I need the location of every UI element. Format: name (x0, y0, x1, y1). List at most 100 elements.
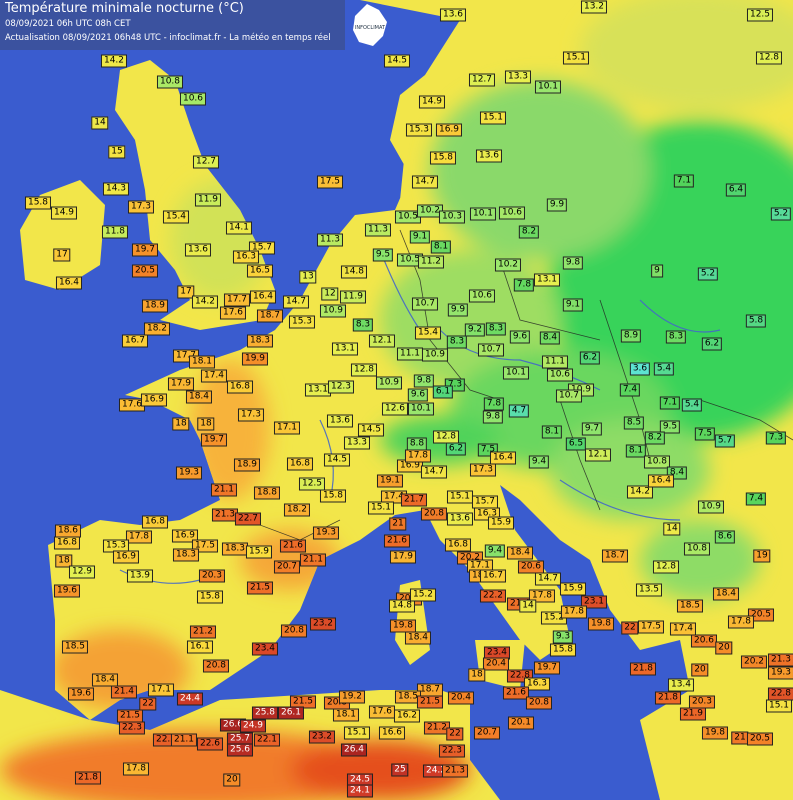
station-temp-label: 8.5 (623, 416, 645, 430)
station-temp-label: 15.8 (319, 489, 347, 503)
station-temp-label: 14.7 (420, 465, 448, 479)
station-temp-label: 16.5 (246, 264, 274, 278)
station-temp-label: 13.6 (446, 512, 474, 526)
station-temp-label: 15.4 (162, 210, 190, 224)
station-temp-label: 19.7 (200, 433, 228, 447)
station-temp-label: 20.8 (420, 507, 448, 521)
station-temp-label: 7.5 (694, 427, 716, 441)
station-temp-label: 14.5 (323, 453, 351, 467)
station-temp-label: 10.6 (498, 206, 526, 220)
station-temp-label: 7.4 (619, 383, 641, 397)
station-temp-label: 17.8 (122, 762, 150, 776)
station-temp-label: 9.6 (509, 330, 531, 344)
station-temp-label: 21.3 (767, 653, 793, 667)
station-temp-label: 21.6 (279, 539, 307, 553)
station-temp-label: 16.2 (393, 709, 421, 723)
station-temp-label: 8.3 (485, 322, 507, 336)
station-temp-label: 25.6 (226, 743, 254, 757)
station-temp-label: 12.8 (652, 560, 680, 574)
station-temp-label: 17.5 (637, 620, 665, 634)
station-temp-label: 16.7 (121, 334, 149, 348)
station-temp-label: 14.9 (50, 206, 78, 220)
station-temp-label: 14.2 (191, 295, 219, 309)
station-temp-label: 21.5 (416, 695, 444, 709)
station-temp-label: 8.1 (541, 425, 563, 439)
station-temp-label: 11.9 (339, 290, 367, 304)
station-temp-label: 7.8 (513, 278, 535, 292)
station-temp-label: 15.1 (367, 501, 395, 515)
station-temp-label: 19.8 (587, 617, 615, 631)
station-temp-label: 10.7 (477, 343, 505, 357)
station-temp-label: 10.1 (407, 402, 435, 416)
station-temp-label: 20.1 (507, 716, 535, 730)
station-temp-label: 14.5 (383, 54, 411, 68)
station-temp-label: 12.7 (468, 73, 496, 87)
station-temp-label: 25.8 (251, 706, 279, 720)
station-temp-label: 13 (299, 270, 317, 284)
station-temp-label: 15.3 (405, 123, 433, 137)
station-temp-label: 18.9 (233, 458, 261, 472)
station-temp-label: 18 (172, 417, 190, 431)
station-temp-label: 10.6 (179, 92, 207, 106)
station-temp-label: 17.8 (125, 530, 153, 544)
station-temp-label: 10.8 (683, 542, 711, 556)
station-temp-label: 17.9 (167, 377, 195, 391)
station-temp-label: 15 (108, 145, 126, 159)
station-temp-label: 10.2 (494, 258, 522, 272)
station-temp-label: 9.9 (546, 198, 568, 212)
station-temp-label: 16.9 (140, 393, 168, 407)
station-temp-label: 4.7 (508, 404, 530, 418)
station-temp-label: 20.6 (690, 634, 718, 648)
station-temp-label: 12.6 (381, 402, 409, 416)
station-temp-label: 13.3 (504, 70, 532, 84)
station-temp-label: 14 (519, 599, 537, 613)
station-temp-label: 15.1 (479, 111, 507, 125)
station-temp-label: 10.7 (555, 389, 583, 403)
station-temp-label: 10.3 (438, 210, 466, 224)
station-temp-label: 9.8 (413, 374, 435, 388)
station-temp-label: 18.5 (61, 640, 89, 654)
station-temp-label: 18 (197, 417, 215, 431)
station-temp-label: 11.3 (316, 233, 344, 247)
station-temp-label: 24.4 (176, 692, 204, 706)
station-temp-label: 10.6 (468, 289, 496, 303)
station-temp-label: 17.8 (727, 615, 755, 629)
station-temp-label: 17.4 (200, 369, 228, 383)
station-temp-label: 13.6 (184, 243, 212, 257)
station-temp-label: 18.7 (256, 309, 284, 323)
station-temp-label: 21.7 (400, 493, 428, 507)
station-temp-label: 14.7 (534, 572, 562, 586)
station-temp-label: 16.1 (186, 640, 214, 654)
station-temp-label: 10.1 (469, 207, 497, 221)
station-temp-label: 24.9 (239, 719, 267, 733)
station-temp-label: 17.6 (219, 306, 247, 320)
station-temp-label: 22.2 (479, 589, 507, 603)
station-temp-label: 22.7 (234, 512, 262, 526)
station-temp-label: 10.9 (375, 376, 403, 390)
station-temp-label: 15.3 (288, 315, 316, 329)
station-temp-label: 22.3 (118, 721, 146, 735)
station-temp-label: 21.1 (170, 733, 198, 747)
station-temp-label: 9.8 (562, 256, 584, 270)
station-temp-label: 15.1 (446, 490, 474, 504)
station-temp-label: 17.1 (147, 683, 175, 697)
station-temp-label: 15.8 (549, 643, 577, 657)
station-temp-label: 20.7 (273, 560, 301, 574)
station-temp-label: 21.6 (383, 534, 411, 548)
station-temp-label: 6.1 (432, 385, 454, 399)
station-temp-label: 13.1 (533, 273, 561, 287)
station-temp-label: 25 (391, 763, 409, 777)
station-temp-label: 22.1 (253, 733, 281, 747)
station-temp-label: 22 (621, 621, 639, 635)
station-temp-label: 21 (389, 517, 407, 531)
station-temp-label: 20.3 (198, 569, 226, 583)
station-temp-label: 11.2 (417, 255, 445, 269)
station-temp-label: 8.1 (430, 240, 452, 254)
station-temp-label: 23.4 (251, 642, 279, 656)
station-temp-label: 16.8 (286, 457, 314, 471)
station-temp-label: 7.3 (765, 431, 787, 445)
station-temp-label: 14.2 (100, 54, 128, 68)
station-temp-label: 12.8 (755, 51, 783, 65)
station-temp-label: 17.8 (404, 449, 432, 463)
station-temp-label: 18.4 (185, 390, 213, 404)
